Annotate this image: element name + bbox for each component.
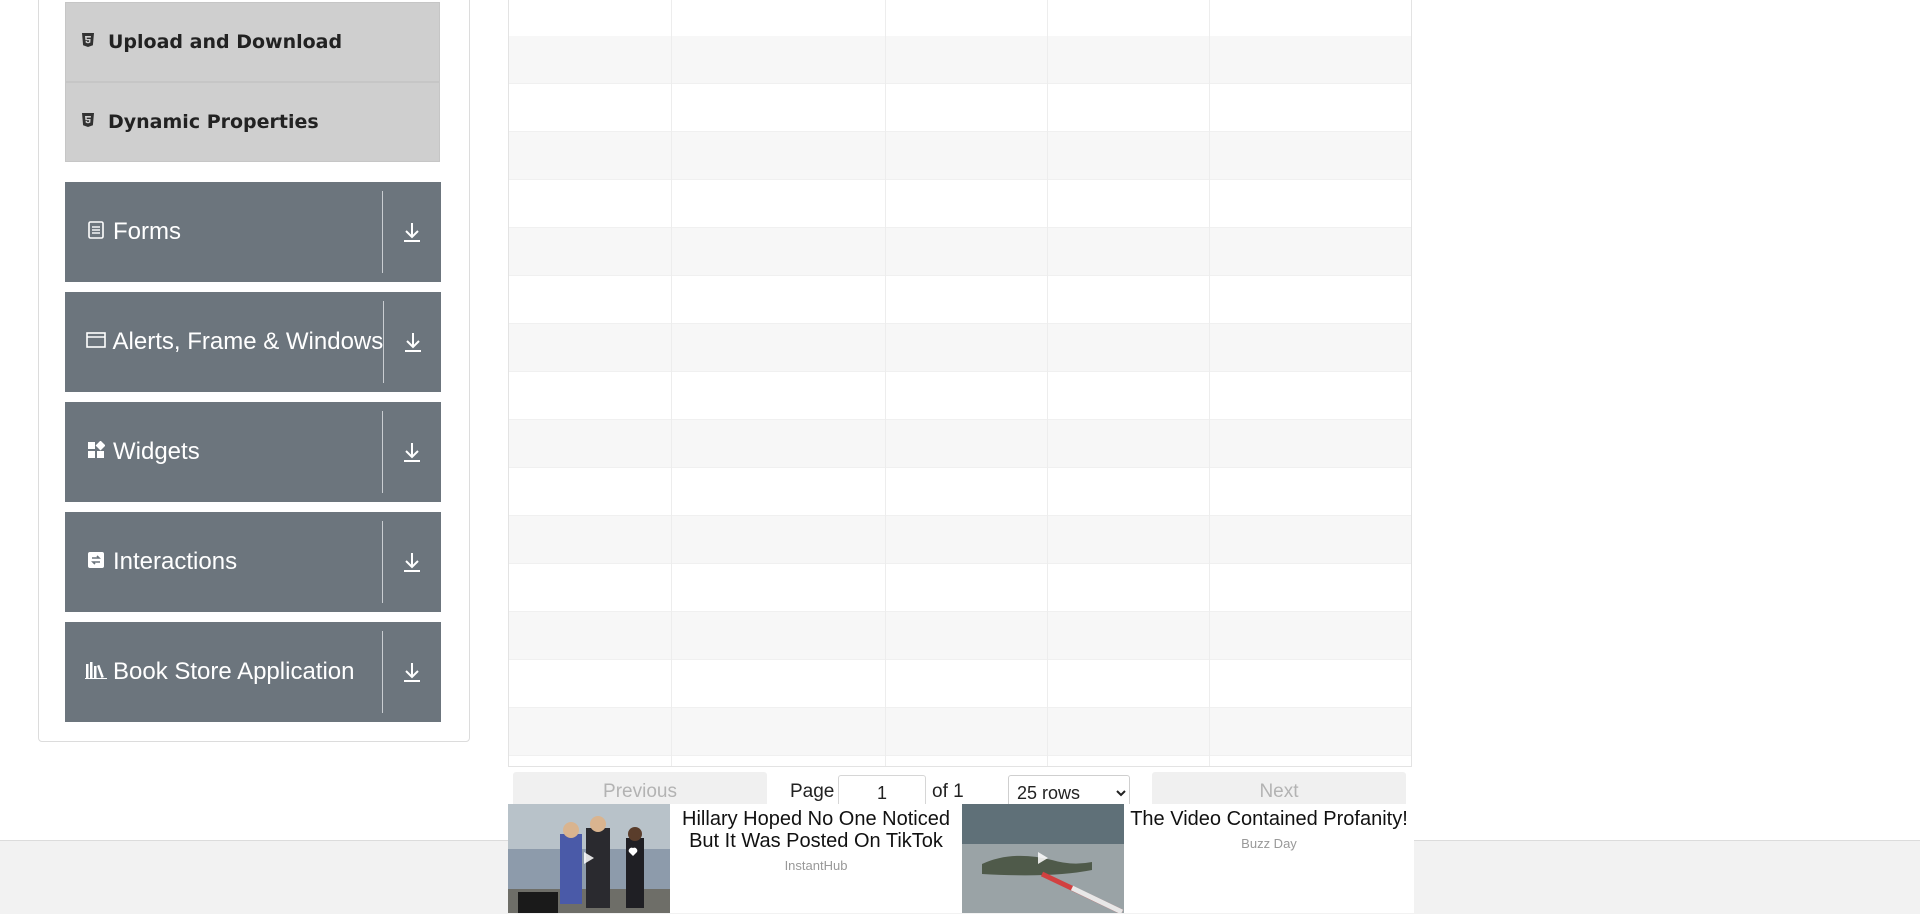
- column-divider: [671, 0, 672, 768]
- table-row: [509, 84, 1411, 132]
- group-label: Book Store Application: [113, 658, 355, 685]
- group-forms[interactable]: Forms: [65, 182, 441, 282]
- data-table: [508, 0, 1412, 768]
- table-row: [509, 420, 1411, 468]
- table-row: [509, 516, 1411, 564]
- group-book-store[interactable]: Book Store Application: [65, 622, 441, 722]
- download-arrow-icon[interactable]: [383, 551, 441, 573]
- table-row: [509, 660, 1411, 708]
- column-divider: [1047, 0, 1048, 768]
- ad-source: InstantHub: [784, 858, 848, 873]
- ad-title[interactable]: The Video Contained Profanity!: [1124, 808, 1414, 830]
- ad-text-block[interactable]: Hillary Hoped No One Noticed But It Was …: [670, 808, 962, 873]
- ad-source: Buzz Day: [1241, 836, 1297, 851]
- table-row: [509, 228, 1411, 276]
- menu-item-upload-download[interactable]: Upload and Download: [65, 2, 440, 82]
- group-alerts-frame-windows[interactable]: Alerts, Frame & Windows: [65, 292, 441, 392]
- table-row: [509, 612, 1411, 660]
- page-label: Page: [790, 781, 835, 802]
- table-row: [509, 372, 1411, 420]
- group-label: Alerts, Frame & Windows: [112, 328, 384, 355]
- table-row: [509, 468, 1411, 516]
- table-row: [509, 564, 1411, 612]
- widgets-icon: [85, 440, 107, 464]
- download-arrow-icon[interactable]: [383, 661, 441, 683]
- download-arrow-icon[interactable]: [383, 221, 441, 243]
- ad-banner[interactable]: Hillary Hoped No One Noticed But It Was …: [508, 804, 1414, 913]
- interactions-icon: [85, 551, 107, 574]
- html5-icon: [82, 113, 98, 131]
- column-divider: [1209, 0, 1210, 768]
- table-row: [509, 276, 1411, 324]
- column-divider: [885, 0, 886, 768]
- menu-item-label: Dynamic Properties: [108, 111, 319, 133]
- ad-thumbnail[interactable]: [508, 804, 670, 913]
- ad-title[interactable]: Hillary Hoped No One Noticed But It Was …: [670, 808, 962, 852]
- form-icon: [85, 220, 107, 244]
- group-label: Widgets: [113, 438, 200, 465]
- table-row: [509, 36, 1411, 84]
- ad-thumbnail[interactable]: [962, 804, 1124, 913]
- table-row: [509, 132, 1411, 180]
- table-row: [509, 324, 1411, 372]
- window-icon: [85, 331, 107, 353]
- download-arrow-icon[interactable]: [384, 331, 441, 353]
- table-row: [509, 708, 1411, 756]
- page-total-label: of 1: [932, 781, 964, 802]
- table-row: [509, 180, 1411, 228]
- group-label: Forms: [113, 218, 181, 245]
- download-arrow-icon[interactable]: [383, 441, 441, 463]
- menu-item-label: Upload and Download: [108, 31, 343, 53]
- group-interactions[interactable]: Interactions: [65, 512, 441, 612]
- menu-item-dynamic-properties[interactable]: Dynamic Properties: [65, 82, 440, 162]
- group-label: Interactions: [113, 548, 238, 575]
- books-icon: [85, 661, 107, 684]
- ad-text-block[interactable]: The Video Contained Profanity! Buzz Day: [1124, 808, 1414, 851]
- group-widgets[interactable]: Widgets: [65, 402, 441, 502]
- html5-icon: [82, 33, 98, 51]
